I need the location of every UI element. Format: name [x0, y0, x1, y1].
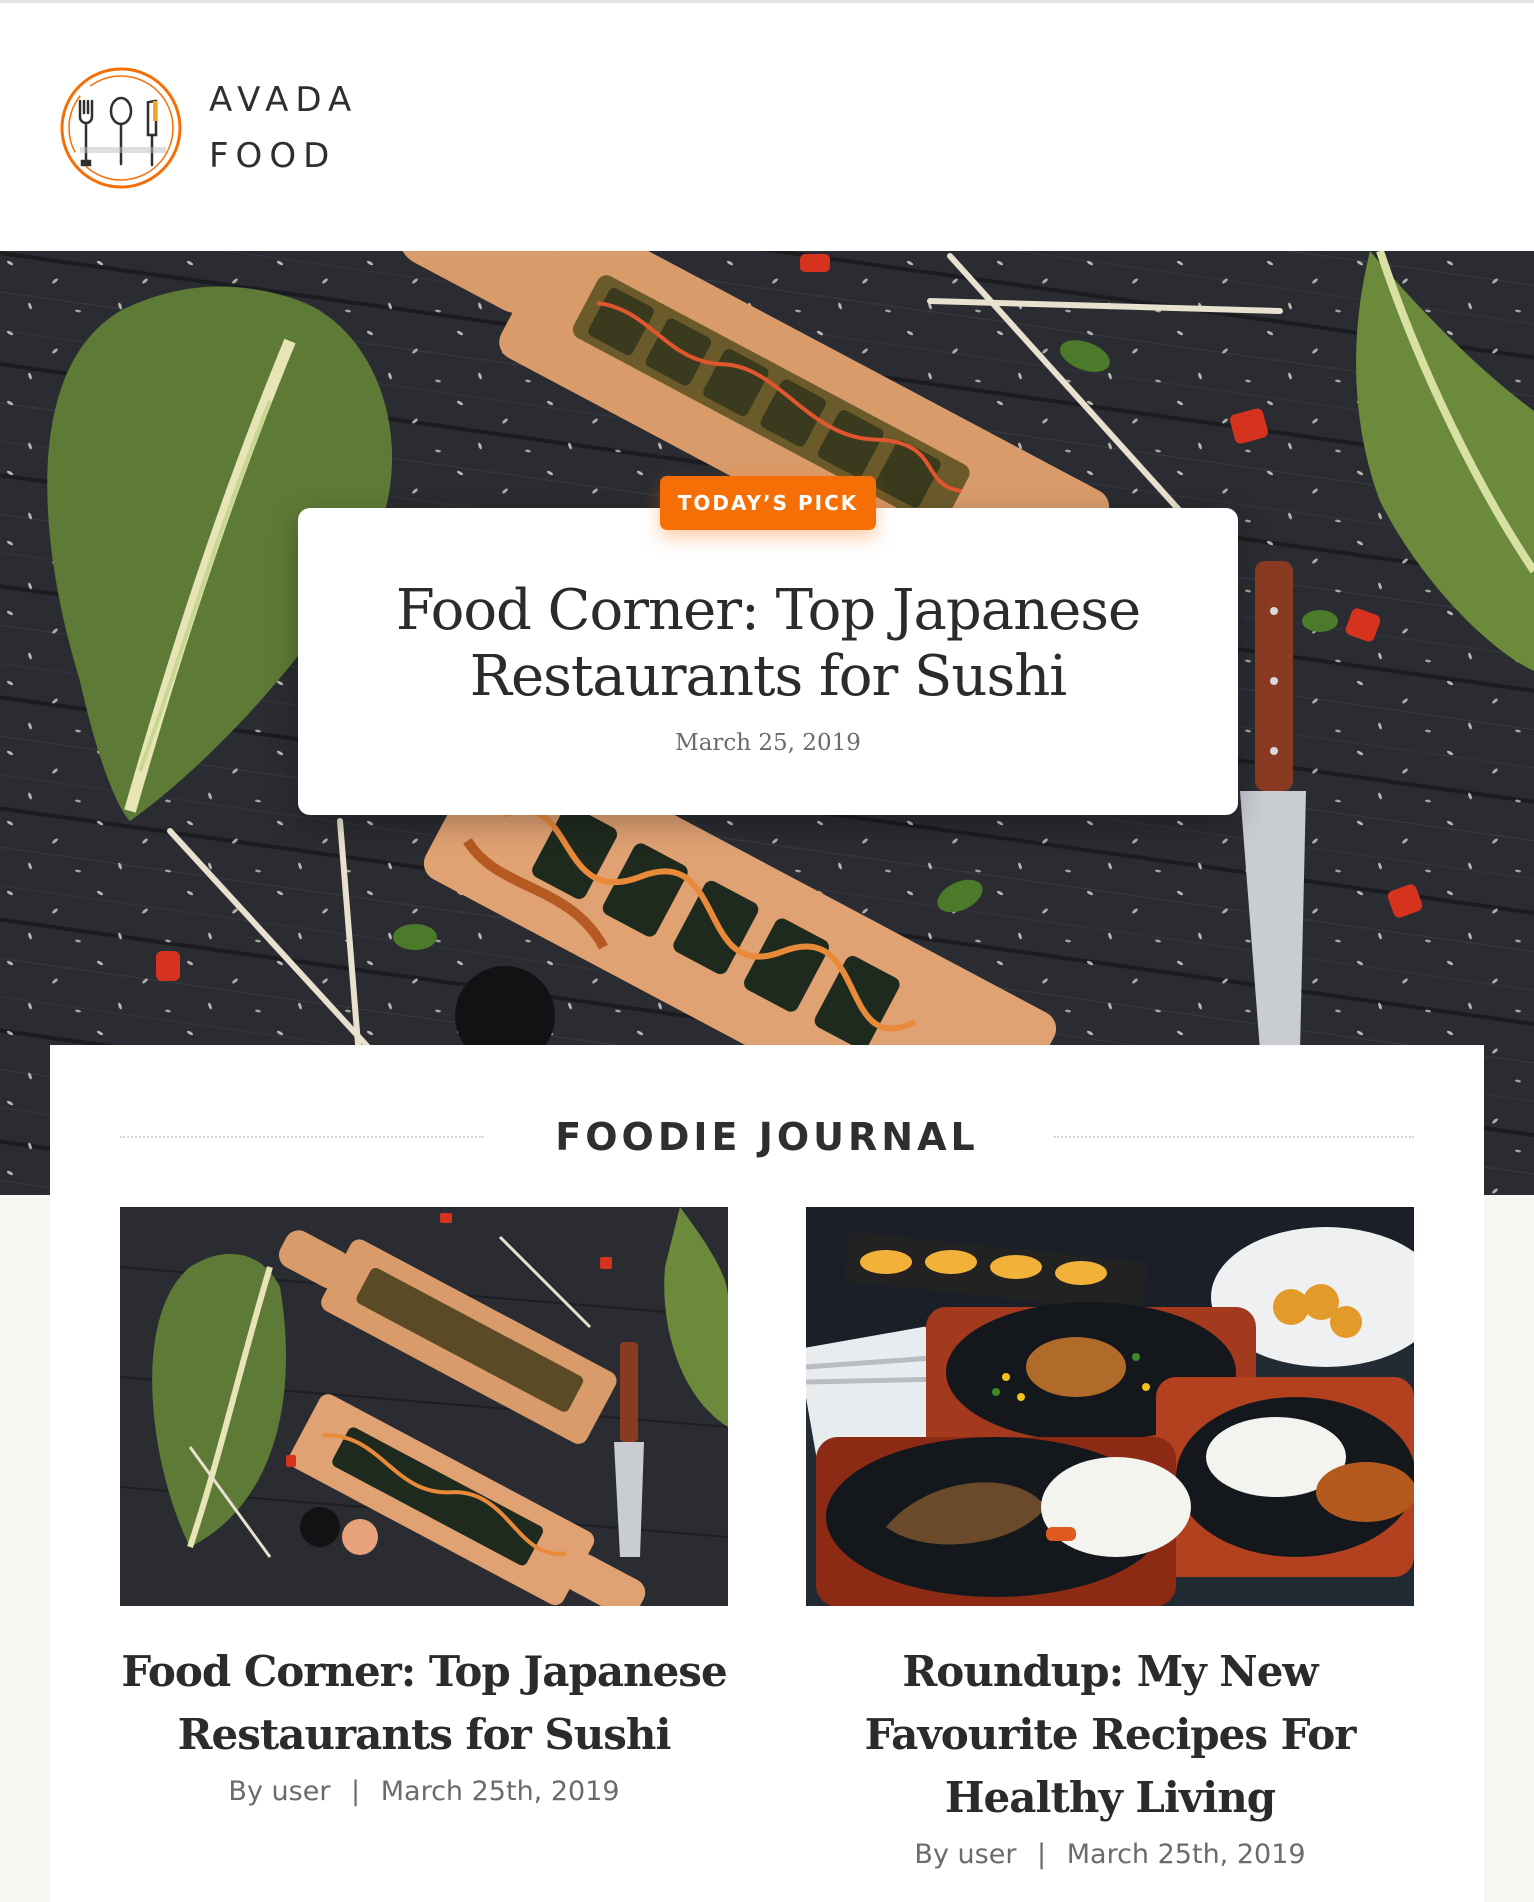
brand-line-2: FOOD	[209, 136, 337, 176]
post-thumbnail[interactable]	[806, 1207, 1414, 1606]
site-logo[interactable]: AVADA FOOD	[58, 65, 358, 191]
brand-line-1: AVADA	[209, 80, 359, 120]
pick-title[interactable]: Food Corner: Top Japanese Restaurants fo…	[298, 578, 1238, 710]
post-title-line-2: Restaurants for Sushi	[177, 1710, 672, 1759]
meta-separator: |	[351, 1776, 361, 1807]
heading-divider-right	[1054, 1136, 1414, 1138]
post-title[interactable]: Roundup: My New Favourite Recipes For He…	[806, 1640, 1414, 1829]
pick-title-line-1: Food Corner: Top Japanese	[395, 578, 1141, 643]
sushi-board-photo	[120, 1207, 728, 1606]
author-link[interactable]: user	[272, 1776, 331, 1807]
foodie-journal-section: FOODIE JOURNAL Food Corner: Top Japanese…	[50, 1045, 1484, 1902]
cutlery-icon	[60, 67, 182, 189]
post-title-line-2: Favourite Recipes For	[864, 1710, 1357, 1759]
meta-separator: |	[1037, 1839, 1047, 1870]
post-date: March 25th, 2019	[380, 1776, 620, 1807]
post-title-line-3: Healthy Living	[944, 1773, 1276, 1822]
post-date: March 25th, 2019	[1066, 1839, 1306, 1870]
post-title-line-1: Roundup: My New	[902, 1647, 1318, 1696]
sizzling-plates-photo	[806, 1207, 1414, 1606]
pick-date: March 25, 2019	[675, 730, 861, 756]
post-card: Food Corner: Top Japanese Restaurants fo…	[120, 1207, 728, 1807]
site-header: AVADA FOOD	[0, 3, 1534, 251]
post-title-line-1: Food Corner: Top Japanese	[121, 1647, 727, 1696]
todays-pick-badge: TODAY’S PICK	[660, 476, 876, 530]
pick-title-line-2: Restaurants for Sushi	[469, 644, 1067, 709]
by-label: By	[228, 1776, 263, 1807]
author-link[interactable]: user	[958, 1839, 1017, 1870]
by-label: By	[914, 1839, 949, 1870]
todays-pick-card[interactable]: Food Corner: Top Japanese Restaurants fo…	[298, 508, 1238, 815]
post-title[interactable]: Food Corner: Top Japanese Restaurants fo…	[120, 1640, 728, 1766]
post-meta: By user | March 25th, 2019	[806, 1839, 1414, 1870]
post-card: Roundup: My New Favourite Recipes For He…	[806, 1207, 1414, 1870]
post-thumbnail[interactable]	[120, 1207, 728, 1606]
post-meta: By user | March 25th, 2019	[120, 1776, 728, 1807]
